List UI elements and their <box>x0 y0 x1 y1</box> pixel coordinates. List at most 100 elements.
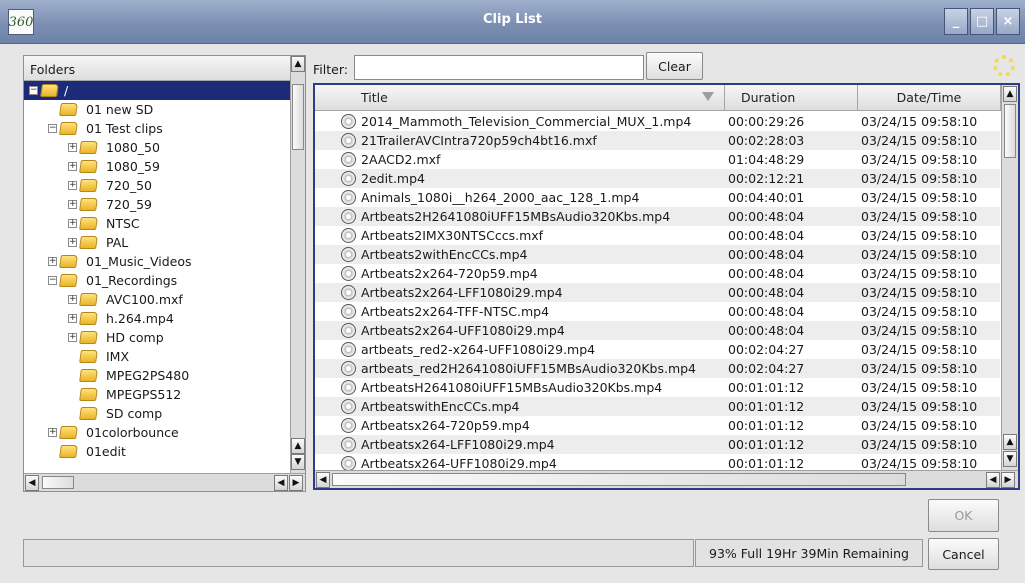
folder-icon <box>79 179 98 192</box>
expand-icon[interactable]: + <box>68 162 77 171</box>
expand-icon[interactable]: + <box>68 200 77 209</box>
expand-icon[interactable]: + <box>48 428 57 437</box>
scroll-right-button[interactable]: ▶ <box>1001 472 1015 488</box>
tree-item[interactable]: 01edit <box>24 442 126 461</box>
clip-file-icon <box>341 133 356 148</box>
scroll-up-button[interactable]: ▲ <box>291 438 305 454</box>
clip-duration-cell: 00:00:48:04 <box>728 323 805 338</box>
tree-connector <box>68 352 77 361</box>
clips-horizontal-scrollbar[interactable]: ◀ ◀ ▶ <box>315 470 1018 488</box>
tree-item[interactable]: SD comp <box>24 404 162 423</box>
minimize-button[interactable]: _ <box>944 8 968 35</box>
tree-item[interactable]: MPEGPS512 <box>24 385 181 404</box>
clip-datetime-cell: 03/24/15 09:58:10 <box>861 285 978 300</box>
tree-item[interactable]: +720_59 <box>24 195 152 214</box>
clip-row[interactable]: ArtbeatswithEncCCs.mp4 00:01:01:12 03/24/1… <box>315 397 1000 416</box>
tree-item[interactable]: IMX <box>24 347 129 366</box>
scroll-left-button[interactable]: ◀ <box>25 475 39 491</box>
clip-row[interactable]: artbeats_red2-x264-UFF1080i29.mp4 00:02:0… <box>315 340 1000 359</box>
clip-datetime-cell: 03/24/15 09:58:10 <box>861 171 978 186</box>
clip-file-icon <box>341 228 356 243</box>
column-header-title[interactable]: Title <box>315 85 725 111</box>
tree-item-label: AVC100.mxf <box>106 292 183 307</box>
clip-row[interactable]: 2014_Mammoth_Television_Commercial_MUX_1… <box>315 112 1000 131</box>
clip-title-cell: 2AACD2.mxf <box>361 152 441 167</box>
clip-row[interactable]: Artbeats2IMX30NTSCccs.mxf 00:00:48:04 03/2… <box>315 226 1000 245</box>
clip-row[interactable]: ArtbeatsH2641080iUFF15MBsAudio320Kbs.mp4… <box>315 378 1000 397</box>
expand-icon[interactable]: + <box>68 219 77 228</box>
tree-item[interactable]: +01_Music_Videos <box>24 252 192 271</box>
tree-item[interactable]: +1080_59 <box>24 157 160 176</box>
h-scroll-thumb[interactable] <box>42 476 74 489</box>
filter-input[interactable] <box>354 55 644 80</box>
scroll-left-button[interactable]: ◀ <box>274 475 288 491</box>
scroll-thumb[interactable] <box>1004 104 1016 158</box>
clip-row[interactable]: Animals_1080i__h264_2000_aac_128_1.mp4 00… <box>315 188 1000 207</box>
tree-item[interactable]: MPEG2PS480 <box>24 366 189 385</box>
clip-file-icon <box>341 437 356 452</box>
column-header-datetime[interactable]: Date/Time <box>858 85 1001 111</box>
column-header-duration[interactable]: Duration <box>725 85 858 111</box>
close-button[interactable]: × <box>996 8 1020 35</box>
scroll-up-button[interactable]: ▲ <box>1003 434 1017 450</box>
scroll-up-button[interactable]: ▲ <box>291 56 305 72</box>
tree-item[interactable]: − 01 Test clips <box>24 119 163 138</box>
collapse-icon[interactable]: − <box>48 276 57 285</box>
collapse-icon[interactable]: − <box>48 124 57 133</box>
clear-button[interactable]: Clear <box>646 52 703 80</box>
clip-row[interactable]: Artbeats2x264-720p59.mp4 00:00:48:04 03/24… <box>315 264 1000 283</box>
cancel-button[interactable]: Cancel <box>928 538 999 570</box>
clip-file-icon <box>341 209 356 224</box>
scroll-down-button[interactable]: ▼ <box>291 454 305 470</box>
clip-row[interactable]: Artbeatsx264-720p59.mp4 00:01:01:12 03/24/… <box>315 416 1000 435</box>
expand-icon[interactable]: + <box>68 333 77 342</box>
folder-tree[interactable]: − / 01 new SD −01 Test clips +1080_50 +1080… <box>24 81 290 473</box>
tree-item-label: 01edit <box>86 444 126 459</box>
tree-item[interactable]: +1080_50 <box>24 138 160 157</box>
expand-icon[interactable]: + <box>68 295 77 304</box>
clip-row[interactable]: Artbeatsx264-LFF1080i29.mp4 00:01:01:12 03… <box>315 435 1000 454</box>
tree-item[interactable]: +720_50 <box>24 176 152 195</box>
collapse-icon[interactable]: − <box>29 86 38 95</box>
tree-item[interactable]: +01colorbounce <box>24 423 179 442</box>
clip-file-icon <box>341 247 356 262</box>
scroll-thumb[interactable] <box>292 84 304 150</box>
tree-item[interactable]: 01 new SD <box>24 100 153 119</box>
clip-row[interactable]: Artbeatsx264-UFF1080i29.mp4 00:01:01:12 03… <box>315 454 1000 470</box>
folders-vertical-scrollbar[interactable]: ▲ ▲ ▼ <box>290 56 305 473</box>
expand-icon[interactable]: + <box>68 181 77 190</box>
clip-row[interactable]: Artbeats2x264-TFF-NTSC.mp4 00:00:48:04 03/… <box>315 302 1000 321</box>
folders-horizontal-scrollbar[interactable]: ◀ ◀ ▶ <box>24 473 305 491</box>
tree-item[interactable]: + HD comp <box>24 328 164 347</box>
tree-item[interactable]: + NTSC <box>24 214 140 233</box>
clip-row[interactable]: 2edit.mp4 00:02:12:21 03/24/15 09:58:10 <box>315 169 1000 188</box>
clip-table-body[interactable]: 2014_Mammoth_Television_Commercial_MUX_1… <box>315 112 1001 470</box>
scroll-down-button[interactable]: ▼ <box>1003 451 1017 467</box>
clip-row[interactable]: Artbeats2x264-LFF1080i29.mp4 00:00:48:04 0… <box>315 283 1000 302</box>
expand-icon[interactable]: + <box>68 238 77 247</box>
scroll-right-button[interactable]: ▶ <box>289 475 303 491</box>
h-scroll-thumb[interactable] <box>332 473 906 486</box>
clip-row[interactable]: 21TrailerAVCIntra720p59ch4bt16.mxf 00:02:… <box>315 131 1000 150</box>
scroll-left-button[interactable]: ◀ <box>986 472 1000 488</box>
clips-vertical-scrollbar[interactable]: ▲ ▲ ▼ <box>1001 85 1018 470</box>
clip-row[interactable]: Artbeats2H2641080iUFF15MBsAudio320Kbs.mp… <box>315 207 1000 226</box>
clip-datetime-cell: 03/24/15 09:58:10 <box>861 247 978 262</box>
expand-icon[interactable]: + <box>68 143 77 152</box>
clip-row[interactable]: 2AACD2.mxf 01:04:48:29 03/24/15 09:58:10 <box>315 150 1000 169</box>
clip-datetime-cell: 03/24/15 09:58:10 <box>861 399 978 414</box>
scroll-up-button[interactable]: ▲ <box>1003 86 1017 102</box>
tree-item[interactable]: − 01_Recordings <box>24 271 177 290</box>
ok-button[interactable]: OK <box>928 499 999 532</box>
tree-item[interactable]: + h.264.mp4 <box>24 309 174 328</box>
clip-row[interactable]: Artbeats2withEncCCs.mp4 00:00:48:04 03/24/… <box>315 245 1000 264</box>
scroll-left-button[interactable]: ◀ <box>316 472 330 488</box>
maximize-button[interactable]: □ <box>970 8 994 35</box>
tree-item[interactable]: + PAL <box>24 233 128 252</box>
tree-root-row[interactable]: − / <box>24 81 290 100</box>
clip-row[interactable]: Artbeats2x264-UFF1080i29.mp4 00:00:48:04 0… <box>315 321 1000 340</box>
clip-row[interactable]: artbeats_red2H2641080iUFF15MBsAudio320Kb… <box>315 359 1000 378</box>
tree-item[interactable]: + AVC100.mxf <box>24 290 183 309</box>
expand-icon[interactable]: + <box>48 257 57 266</box>
expand-icon[interactable]: + <box>68 314 77 323</box>
